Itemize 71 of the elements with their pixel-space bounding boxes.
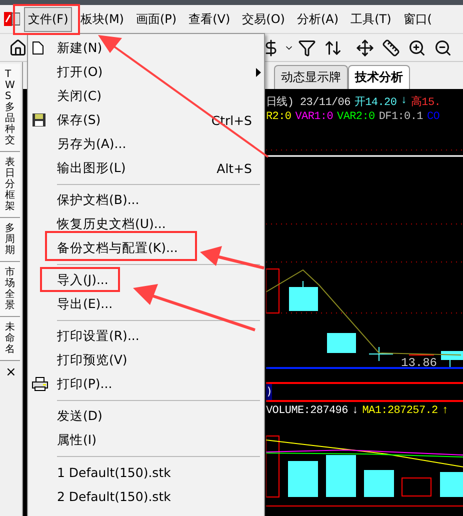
- menu-entry[interactable]: 关闭(C): [28, 84, 264, 108]
- menu-item[interactable]: 交易(O): [238, 6, 289, 32]
- panel-marker: ): [266, 384, 272, 400]
- volume-bar: [402, 478, 432, 496]
- side-tab[interactable]: 市场全景: [0, 262, 20, 317]
- price-label: 13.86: [401, 356, 438, 370]
- menu-entry[interactable]: 打印设置(R)...: [28, 324, 264, 348]
- candle: [327, 333, 356, 353]
- menu-item[interactable]: 文件(F): [24, 6, 72, 32]
- side-tab[interactable]: TWS多品种交: [0, 64, 20, 152]
- menu-entry[interactable]: 保护文档(B)...: [28, 188, 264, 212]
- menu-entry[interactable]: 输出图形(L) Alt+S: [28, 156, 264, 180]
- candle: [266, 268, 280, 314]
- menu-item[interactable]: 查看(V): [184, 6, 234, 32]
- ruler-icon[interactable]: [382, 38, 400, 56]
- zoom-in-icon[interactable]: [408, 38, 426, 56]
- volume-info-text: ↓: [352, 405, 358, 417]
- indicator-value: CO: [426, 111, 440, 123]
- candle: [289, 280, 318, 311]
- menu-entry[interactable]: 打开(O): [28, 60, 264, 84]
- indicator-value: VAR2:0: [337, 111, 375, 123]
- price-info-text: 日线) 23/11/06: [266, 95, 350, 108]
- menu-item[interactable]: 窗口(: [399, 6, 436, 32]
- side-tab[interactable]: 多周期: [0, 218, 20, 262]
- filter-icon[interactable]: [298, 38, 316, 56]
- app-icon[interactable]: [4, 12, 20, 26]
- annotation-arrow: [200, 246, 264, 270]
- highlight-frame: [13, 4, 80, 35]
- price-info-text: ↓: [400, 95, 407, 107]
- close-button[interactable]: ×: [0, 361, 22, 384]
- candle: [368, 346, 394, 362]
- menu-entry[interactable]: 属性(I): [28, 428, 264, 452]
- volume-info-text: VOLUME:287496: [266, 405, 348, 417]
- volume-bar: [326, 455, 356, 497]
- price-info-text: 开14.20: [354, 96, 397, 108]
- menu-entry[interactable]: 1 Default(150).stk: [28, 460, 264, 484]
- volume-bar: [440, 472, 463, 497]
- indicator-value: VAR1:0: [295, 111, 334, 123]
- menu-entry[interactable]: 另存为(A)...: [28, 132, 264, 156]
- volume-bar: [266, 436, 280, 498]
- menu-entry[interactable]: 备份文档与配置(K)...: [28, 236, 264, 260]
- printer-icon: [32, 377, 48, 391]
- chart-tab[interactable]: 技术分析: [348, 65, 410, 89]
- sort-arrows-icon[interactable]: [324, 38, 342, 56]
- menu-entry[interactable]: 导入(J)...: [28, 268, 264, 292]
- menu-entry[interactable]: 打印(P)...: [28, 372, 264, 396]
- volume-info-text: MA1:287257.2: [362, 405, 438, 417]
- zoom-out-icon[interactable]: [434, 38, 452, 56]
- move-icon[interactable]: [356, 38, 374, 56]
- volume-info-text: ↑: [442, 405, 448, 417]
- price-info-text: 高15.: [410, 94, 441, 108]
- menu-entry[interactable]: 2 Default(150).stk: [28, 484, 264, 508]
- candle: [441, 351, 463, 368]
- indicator-value: R2:0: [266, 111, 292, 123]
- menu-item[interactable]: 板块(M): [76, 6, 128, 32]
- side-tab[interactable]: 表日分框架: [0, 152, 20, 218]
- menu-entry[interactable]: 新建(N): [28, 36, 264, 60]
- volume-bar: [288, 461, 318, 497]
- volume-bar: [364, 470, 394, 497]
- menu-entry[interactable]: 恢复历史文档(U)...: [28, 212, 264, 236]
- menu-item[interactable]: 工具(T): [346, 6, 396, 32]
- menu-entry[interactable]: 导出(E)...: [28, 292, 264, 316]
- home-icon[interactable]: [9, 38, 27, 56]
- menu-entry[interactable]: 发送(D): [28, 404, 264, 428]
- document-icon: [32, 41, 44, 55]
- menu-entry[interactable]: 打印预览(V): [28, 348, 264, 372]
- menu-item[interactable]: 画面(P): [132, 6, 181, 32]
- menu-item[interactable]: 分析(A): [292, 6, 343, 32]
- side-tab[interactable]: 未命名: [0, 317, 20, 361]
- indicator-value: DF1:0.1: [378, 111, 423, 123]
- chart-tab[interactable]: 动态显示牌: [274, 65, 348, 89]
